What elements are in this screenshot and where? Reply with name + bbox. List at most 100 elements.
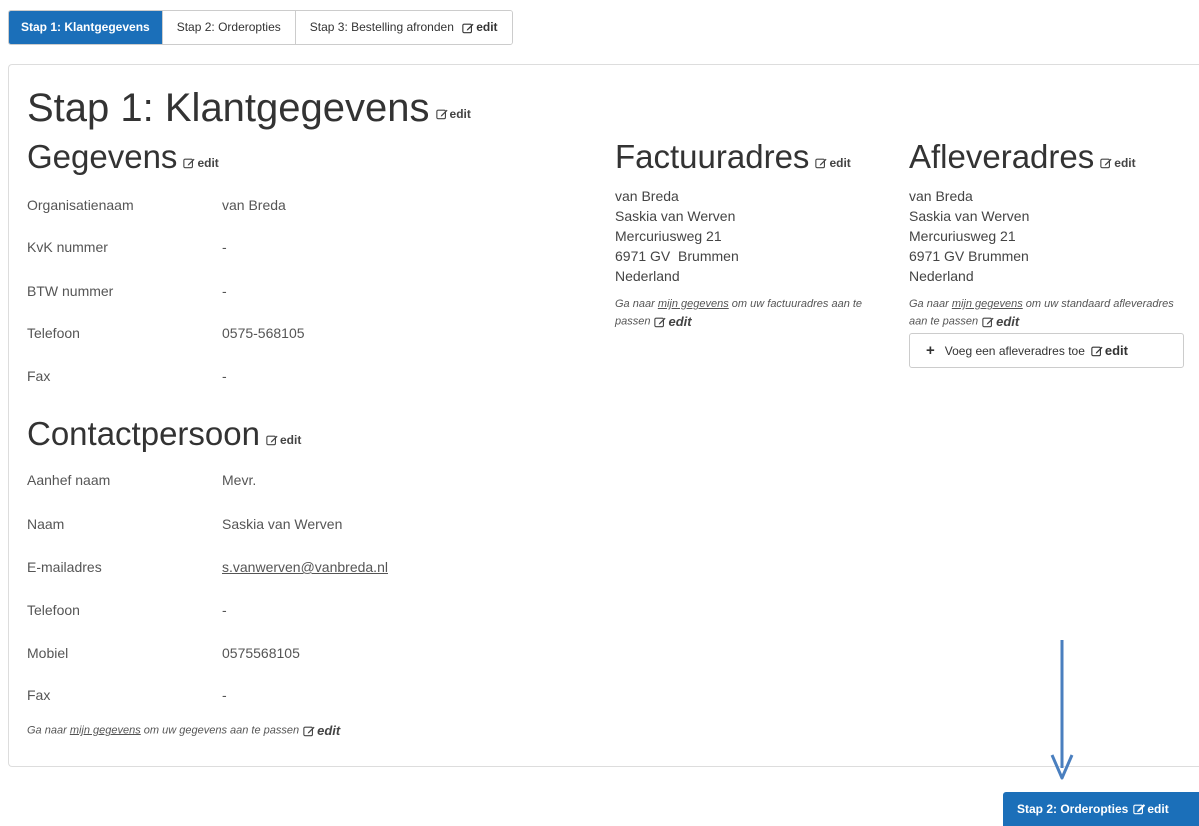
annotation-arrow	[1050, 640, 1074, 780]
address-line: Nederland	[615, 268, 680, 284]
edit-icon	[654, 316, 666, 328]
edit-link[interactable]: edit	[1100, 143, 1136, 183]
edit-link[interactable]: edit	[303, 722, 340, 739]
row-label: E-mailadres	[27, 559, 102, 575]
row-label: Telefoon	[27, 325, 80, 341]
edit-label: edit	[449, 107, 471, 122]
aflever-title: Afleveradres	[909, 138, 1095, 175]
edit-label: edit	[1104, 343, 1128, 358]
edit-icon	[303, 725, 315, 737]
gegevens-row: Telefoon 0575-568105	[27, 325, 305, 341]
edit-label: edit	[668, 314, 692, 329]
row-value: -	[222, 602, 227, 618]
tab-stap-3[interactable]: Stap 3: Bestelling afronden edit	[295, 11, 512, 44]
edit-icon	[1133, 803, 1145, 815]
gegevens-row: BTW nummer -	[27, 283, 227, 299]
tab-stap-1[interactable]: Stap 1: Klantgegevens	[9, 11, 163, 44]
row-value: -	[222, 283, 227, 299]
afleveradres-heading: Afleveradres edit	[909, 137, 1136, 179]
edit-icon	[462, 22, 474, 34]
next-step-label: Stap 2: Orderopties	[1017, 802, 1129, 816]
edit-label: edit	[279, 433, 302, 448]
edit-label: edit	[829, 156, 851, 171]
contact-row: Mobiel 0575568105	[27, 645, 300, 661]
edit-link[interactable]: edit	[436, 90, 471, 138]
edit-icon	[982, 316, 994, 328]
row-label: Mobiel	[27, 645, 69, 661]
address-line: Saskia van Werven	[615, 208, 736, 224]
row-label: BTW nummer	[27, 283, 114, 299]
edit-link[interactable]: edit	[654, 313, 692, 330]
mijn-gegevens-link[interactable]: mijn gegevens	[952, 298, 1023, 310]
row-value: -	[222, 239, 227, 255]
edit-link[interactable]: edit	[183, 143, 219, 183]
gegevens-row: Fax -	[27, 368, 227, 384]
edit-link[interactable]: edit	[815, 143, 851, 183]
row-value: van Breda	[222, 197, 286, 213]
address-line: 6971 GV Brummen	[615, 248, 739, 264]
edit-icon	[1100, 157, 1112, 169]
address-line: Saskia van Werven	[909, 208, 1030, 224]
row-value: -	[222, 687, 227, 703]
row-value: 0575568105	[222, 645, 300, 661]
address-line: Mercuriusweg 21	[909, 228, 1016, 244]
contact-title: Contactpersoon	[27, 415, 260, 452]
edit-link[interactable]: edit	[1091, 343, 1128, 358]
edit-icon	[1091, 345, 1103, 357]
row-value: s.vanwerven@vanbreda.nl	[222, 559, 388, 575]
factuuradres-block: van Breda Saskia van Werven Mercuriusweg…	[615, 186, 739, 286]
note-text: om uw gegevens aan te passen	[140, 724, 300, 737]
edit-link[interactable]: edit	[982, 313, 1019, 330]
contact-row: Fax -	[27, 687, 227, 703]
edit-label: edit	[996, 314, 1020, 329]
address-line: 6971 GV Brummen	[909, 248, 1029, 264]
step-tabs: Stap 1: Klantgegevens Stap 2: Orderoptie…	[8, 10, 513, 45]
note-text: Ga naar	[909, 298, 952, 310]
row-value: Mevr.	[222, 472, 257, 488]
row-label: Telefoon	[27, 602, 80, 618]
address-line: van Breda	[909, 188, 973, 204]
tab-stap-3-label: Stap 3: Bestelling afronden	[309, 20, 454, 34]
add-afleveradres-button[interactable]: + Voeg een afleveradres toe edit	[909, 333, 1184, 368]
tab-stap-2[interactable]: Stap 2: Orderopties	[162, 11, 296, 44]
row-label: Naam	[27, 516, 65, 532]
next-step-button[interactable]: Stap 2: Orderopties edit	[1003, 792, 1199, 826]
edit-link[interactable]: edit	[266, 420, 301, 460]
edit-icon	[183, 157, 195, 169]
page-title-text: Stap 1: Klantgegevens	[27, 86, 430, 130]
row-label: Aanhef naam	[27, 472, 111, 488]
contactpersoon-heading: Contactpersoon edit	[27, 414, 301, 456]
contact-row: Telefoon -	[27, 602, 227, 618]
edit-label: edit	[317, 723, 341, 738]
row-value: 0575-568105	[222, 325, 305, 341]
factuuradres-heading: Factuuradres edit	[615, 137, 851, 179]
note-text: Ga naar	[615, 298, 658, 310]
mijn-gegevens-link[interactable]: mijn gegevens	[70, 724, 141, 736]
row-value: -	[222, 368, 227, 384]
edit-label: edit	[1147, 802, 1169, 816]
edit-icon	[266, 434, 278, 446]
edit-link[interactable]: edit	[1133, 802, 1169, 816]
gegevens-row: KvK nummer -	[27, 239, 227, 255]
factuur-note: Ga naar mijn gegevens om uw factuuradres…	[615, 296, 895, 330]
mijn-gegevens-link[interactable]: mijn gegevens	[658, 298, 729, 310]
gegevens-heading: Gegevens edit	[27, 137, 219, 179]
contact-note: Ga naar mijn gegevens om uw gegevens aan…	[27, 722, 340, 739]
row-label: Fax	[27, 368, 51, 384]
email-link[interactable]: s.vanwerven@vanbreda.nl	[222, 559, 388, 575]
plus-icon: +	[926, 342, 935, 359]
edit-label: edit	[1114, 156, 1136, 171]
contact-row: Aanhef naam Mevr.	[27, 472, 256, 488]
factuur-title: Factuuradres	[615, 138, 810, 175]
row-label: Fax	[27, 687, 51, 703]
address-line: van Breda	[615, 188, 679, 204]
edit-label: edit	[197, 156, 219, 171]
note-text: Ga naar	[27, 724, 70, 737]
row-label: KvK nummer	[27, 239, 108, 255]
address-line: Mercuriusweg 21	[615, 228, 722, 244]
page-title: Stap 1: Klantgegevens edit	[27, 84, 471, 134]
gegevens-row: Organisatienaam van Breda	[27, 197, 286, 213]
contact-row: Naam Saskia van Werven	[27, 516, 342, 532]
edit-link[interactable]: edit	[462, 11, 498, 44]
gegevens-title: Gegevens	[27, 138, 178, 175]
